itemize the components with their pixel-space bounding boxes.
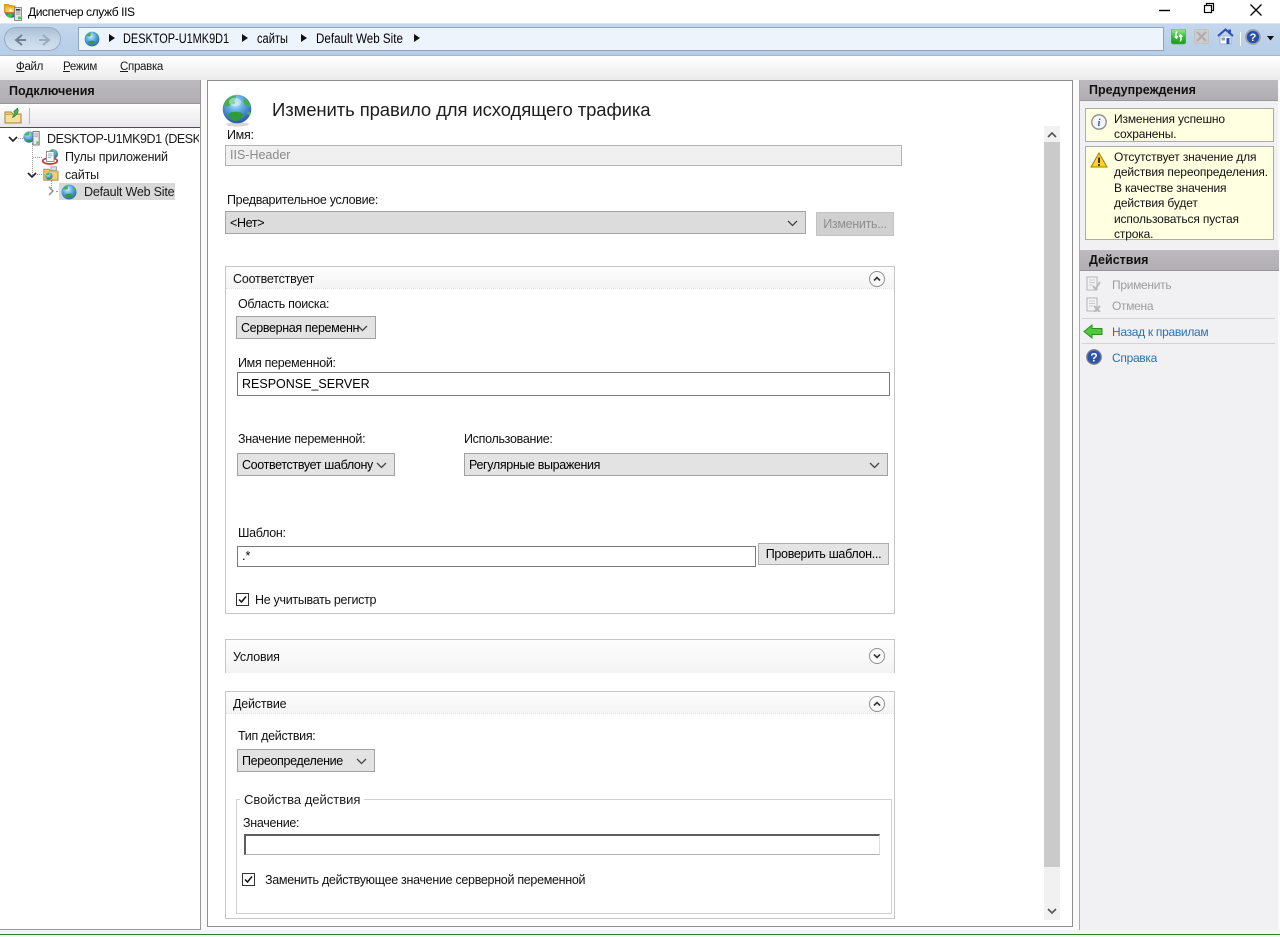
svg-text:?: ? [1250, 32, 1257, 44]
svg-text:?: ? [1090, 351, 1097, 365]
